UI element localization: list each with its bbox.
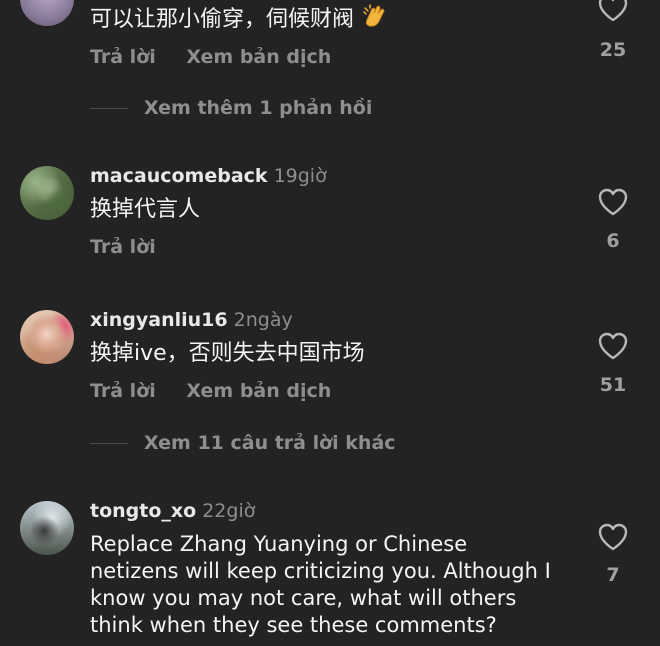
comment-text-line: netizens will keep criticizing you. Alth… [90,559,551,583]
comment-text-line: think when they see these comments? [90,613,497,637]
view-more-replies-button[interactable]: Xem 11 câu trả lời khác [90,431,396,455]
translate-button[interactable]: Xem bản dịch [186,46,331,68]
comment-username[interactable]: tongto_xo 22giờ [90,500,255,522]
avatar[interactable] [20,310,74,364]
heart-outline-icon[interactable] [598,0,628,22]
comment-username[interactable]: xingyanliu16 2ngày [90,309,293,331]
like-count: 6 [606,230,620,252]
heart-outline-icon[interactable] [598,523,628,551]
comment-text-line: know you may not care, what will others [90,586,517,610]
comment-username[interactable]: macaucomeback 19giờ [90,165,327,187]
reply-button[interactable]: Trả lời [90,380,156,402]
comment-text-line: Replace Zhang Yuanying or Chinese [90,532,468,556]
avatar[interactable] [20,166,74,220]
comment-actions: Trả lời Xem bản dịch [90,380,331,402]
comment-actions: Trả lời [90,236,156,258]
translate-button[interactable]: Xem bản dịch [186,380,331,402]
clapping-hands-emoji-icon [363,4,385,27]
avatar[interactable] [20,0,74,26]
divider [90,107,128,109]
comment-time: 19giờ [273,165,327,187]
avatar[interactable] [20,501,74,555]
divider [90,442,128,444]
comment-time: 2ngày [233,309,293,331]
comment-time: 22giờ [202,500,256,522]
comment-text: 换掉代言人 [90,197,201,222]
like-count: 51 [599,374,627,396]
reply-button[interactable]: Trả lời [90,236,156,258]
reply-button[interactable]: Trả lời [90,46,156,68]
like-count: 25 [599,39,627,61]
comment-text: 可以让那小偷穿，伺候财阀 [90,4,389,33]
comment-text: 换掉ive，否则失去中国市场 [90,341,365,366]
view-more-replies-button[interactable]: Xem thêm 1 phản hồi [90,96,372,120]
heart-outline-icon[interactable] [598,332,628,360]
view-more-replies-label: Xem 11 câu trả lời khác [144,432,396,454]
comment-text: Replace Zhang Yuanying or Chinese netize… [90,531,551,639]
heart-outline-icon[interactable] [598,188,628,216]
like-count: 7 [606,564,620,586]
comment-actions: Trả lời Xem bản dịch [90,46,331,68]
view-more-replies-label: Xem thêm 1 phản hồi [144,97,373,119]
